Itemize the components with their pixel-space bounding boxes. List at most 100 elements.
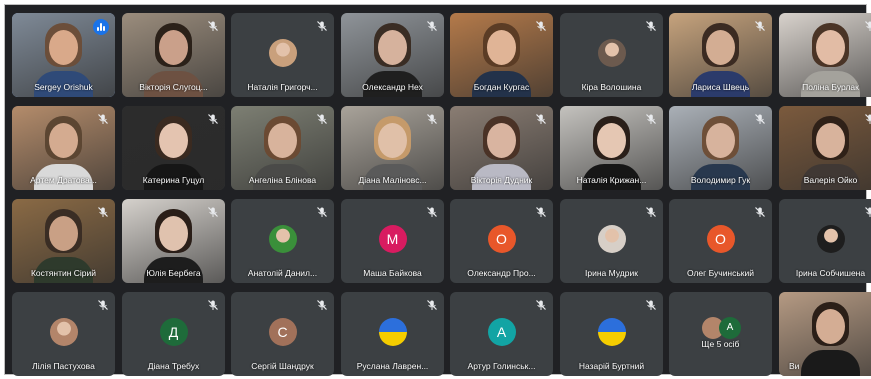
mic-off-icon: [316, 205, 328, 217]
audio-bar: [100, 23, 102, 31]
participant-grid: Sergey Orishuk Вікторія Слугоц... Наталія …: [4, 4, 871, 376]
participant-photo-avatar: [49, 318, 78, 346]
mic-off-icon: [754, 112, 766, 124]
mic-off-icon: [645, 19, 657, 31]
participant-face: [159, 30, 188, 65]
participant-name: Наталія Крижан...: [576, 175, 647, 185]
mic-off-icon: [316, 112, 328, 124]
participant-tile[interactable]: Богдан Кургас: [450, 13, 553, 97]
participant-tile[interactable]: Вікторія Дудник: [450, 106, 553, 190]
participant-tile[interactable]: Анатолій Данил...: [231, 199, 334, 283]
participant-name: Лілія Пастухова: [32, 361, 95, 371]
participant-tile[interactable]: Лілія Пастухова: [12, 292, 115, 376]
participant-tile[interactable]: Д Діана Требух: [122, 292, 225, 376]
participant-tile[interactable]: Sergey Orishuk: [12, 13, 115, 97]
participant-face: [816, 123, 845, 158]
participant-name: Назарій Буртний: [578, 361, 645, 371]
participant-face: [816, 30, 845, 65]
participant-tile[interactable]: Діана Маліновс...: [341, 106, 444, 190]
participant-tile[interactable]: Кіра Волошина: [560, 13, 663, 97]
participant-tile[interactable]: Валерія Ойко: [779, 106, 871, 190]
participant-tile[interactable]: Поліна Бурлак: [779, 13, 871, 97]
participant-name: Вікторія Дудник: [470, 175, 533, 185]
participant-name: Вікторія Слугоц...: [139, 82, 208, 92]
mic-off-icon: [426, 205, 438, 217]
mic-off-icon: [754, 19, 766, 31]
participant-name: Анатолій Данил...: [247, 268, 318, 278]
mic-off-icon: [535, 112, 547, 124]
mic-off-icon: [97, 112, 109, 124]
other-participant-avatar: А: [719, 317, 741, 339]
participant-tile[interactable]: Руслана Лаврен...: [341, 292, 444, 376]
participant-tile[interactable]: С Сергій Шандрук: [231, 292, 334, 376]
ukraine-flag-avatar: [597, 318, 626, 346]
participant-name: Руслана Лаврен...: [356, 361, 429, 371]
participant-name: Sergey Orishuk: [34, 82, 93, 92]
participant-photo-avatar: [597, 225, 626, 253]
participant-face: [49, 216, 78, 251]
participant-name: Олег Бучинський: [686, 268, 755, 278]
participant-tile[interactable]: Катерина Гуцул: [122, 106, 225, 190]
participant-name: Маша Байкова: [363, 268, 422, 278]
participant-face: [597, 123, 626, 158]
participant-tile[interactable]: Костянтин Сірий: [12, 199, 115, 283]
mic-off-icon: [207, 19, 219, 31]
participant-photo-avatar: [816, 225, 845, 253]
participant-name: Олександр Нех: [362, 82, 423, 92]
participant-tile[interactable]: Ви: [779, 292, 871, 376]
participant-name: Артур Голинськ...: [467, 361, 536, 371]
participant-tile[interactable]: Олександр Нех: [341, 13, 444, 97]
mic-off-icon: [645, 112, 657, 124]
participant-name: Артем Дратова...: [30, 175, 97, 185]
participant-face: [706, 30, 735, 65]
participant-face: [49, 30, 78, 65]
speaking-indicator-icon: [93, 19, 109, 35]
participant-face: [159, 123, 188, 158]
participant-name: Ірина Собчишена: [795, 268, 866, 278]
audio-bar: [97, 27, 99, 31]
participant-face: [159, 216, 188, 251]
participant-tile[interactable]: Юлія Бербега: [122, 199, 225, 283]
mic-off-icon: [97, 205, 109, 217]
mic-off-icon: [207, 205, 219, 217]
participant-name: Наталія Григорч...: [247, 82, 318, 92]
participant-tile[interactable]: M Маша Байкова: [341, 199, 444, 283]
participant-name: Костянтин Сірий: [30, 268, 97, 278]
mic-off-icon: [535, 19, 547, 31]
participant-name: Ангеліна Блінова: [248, 175, 317, 185]
participant-tile[interactable]: А Ще 5 осіб: [669, 292, 772, 376]
participant-tile[interactable]: Артем Дратова...: [12, 106, 115, 190]
participant-tile[interactable]: Наталія Григорч...: [231, 13, 334, 97]
participant-avatar: O: [487, 225, 516, 253]
mic-off-icon: [864, 112, 871, 124]
participant-name: Ви: [789, 361, 800, 371]
participant-name: Лариса Швець: [691, 82, 750, 92]
participant-face: [487, 30, 516, 65]
participant-face: [378, 30, 407, 65]
mic-off-icon: [97, 298, 109, 310]
participant-avatar: А: [487, 318, 516, 346]
participant-tile[interactable]: Володимир Гук: [669, 106, 772, 190]
participant-tile[interactable]: Назарій Буртний: [560, 292, 663, 376]
participant-tile[interactable]: O Олександр Про...: [450, 199, 553, 283]
mic-off-icon: [207, 298, 219, 310]
participant-avatar: M: [378, 225, 407, 253]
participant-face: [49, 123, 78, 158]
participant-tile[interactable]: Лариса Швець: [669, 13, 772, 97]
participant-photo-avatar: [268, 225, 297, 253]
participant-name: Кіра Волошина: [581, 82, 642, 92]
participant-tile[interactable]: Вікторія Слугоц...: [122, 13, 225, 97]
participant-tile[interactable]: O Олег Бучинський: [669, 199, 772, 283]
participant-tile[interactable]: А Артур Голинськ...: [450, 292, 553, 376]
participant-name: Діана Маліновс...: [358, 175, 427, 185]
mic-off-icon: [645, 298, 657, 310]
participant-photo-avatar: [268, 39, 297, 67]
participant-tile[interactable]: Ірина Мудрик: [560, 199, 663, 283]
participant-name: Богдан Кургас: [473, 82, 530, 92]
participant-face: [816, 309, 845, 344]
participant-tile[interactable]: Ірина Собчишена: [779, 199, 871, 283]
participant-tile[interactable]: Ангеліна Блінова: [231, 106, 334, 190]
participant-tile[interactable]: Наталія Крижан...: [560, 106, 663, 190]
participant-name: Володимир Гук: [690, 175, 751, 185]
mic-off-icon: [426, 112, 438, 124]
